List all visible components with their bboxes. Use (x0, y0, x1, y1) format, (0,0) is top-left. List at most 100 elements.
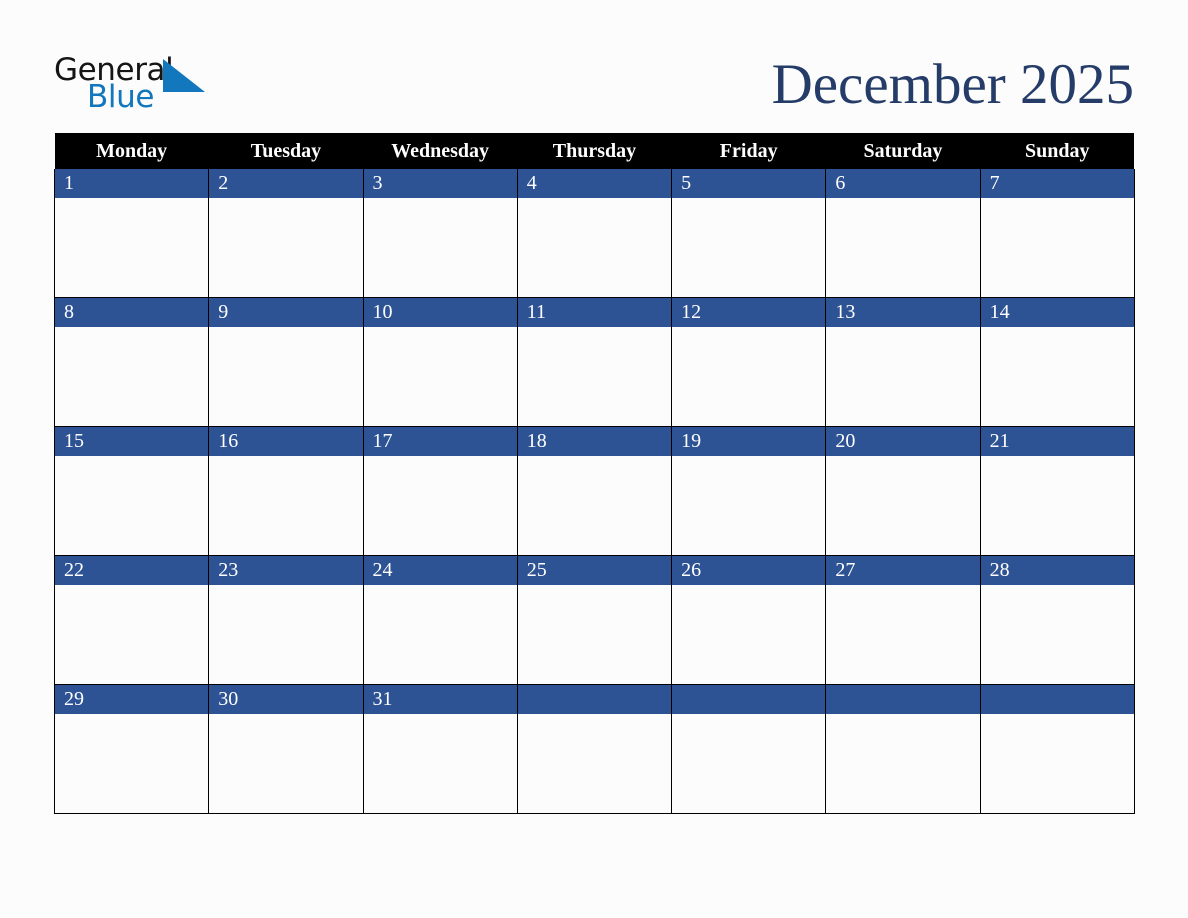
day-number: 26 (672, 556, 826, 585)
day-events-area[interactable] (826, 456, 979, 554)
calendar-day-cell[interactable]: 21 (979, 426, 1135, 556)
calendar-day-cell[interactable]: 31 (362, 684, 518, 814)
day-number (517, 685, 672, 714)
day-number: 24 (363, 556, 517, 585)
weekday-header-friday: Friday (671, 133, 826, 169)
day-events-area[interactable] (364, 456, 517, 554)
day-number: 27 (826, 556, 980, 585)
day-events-area[interactable] (826, 585, 979, 683)
day-number: 17 (363, 427, 517, 456)
day-number (980, 685, 1134, 714)
day-number (672, 685, 826, 714)
day-events-area[interactable] (55, 585, 208, 683)
calendar-day-cell[interactable]: 7 (979, 169, 1135, 298)
calendar-day-cell[interactable]: 24 (362, 555, 518, 685)
calendar-day-cell-empty (516, 684, 673, 814)
day-events-area[interactable] (55, 327, 208, 425)
calendar-day-cell[interactable]: 19 (671, 426, 827, 556)
day-events-area[interactable] (55, 714, 208, 812)
calendar-day-cell[interactable]: 28 (979, 555, 1135, 685)
calendar-day-cell[interactable]: 11 (516, 297, 673, 427)
calendar-day-cell[interactable]: 27 (825, 555, 981, 685)
day-number: 3 (363, 169, 517, 198)
generalblue-logo: General Blue (54, 53, 206, 115)
day-events-area[interactable] (826, 198, 979, 296)
calendar-day-cell[interactable]: 3 (362, 169, 518, 298)
calendar-day-cell[interactable]: 16 (208, 426, 364, 556)
logo-text-blue: Blue (87, 79, 154, 115)
day-events-area[interactable] (209, 585, 362, 683)
day-events-area[interactable] (672, 456, 825, 554)
day-events-area[interactable] (672, 198, 825, 296)
calendar-day-cell-empty (979, 684, 1135, 814)
calendar-day-cell[interactable]: 17 (362, 426, 518, 556)
day-number: 2 (209, 169, 363, 198)
day-events-area[interactable] (209, 327, 362, 425)
day-events-area[interactable] (209, 198, 362, 296)
day-events-area[interactable] (981, 456, 1134, 554)
day-number: 25 (517, 556, 672, 585)
day-events-area[interactable] (209, 714, 362, 812)
day-events-area[interactable] (55, 456, 208, 554)
day-events-area[interactable] (672, 327, 825, 425)
calendar-day-cell[interactable]: 15 (53, 426, 210, 556)
day-number: 13 (826, 298, 980, 327)
calendar-day-cell[interactable]: 9 (208, 297, 364, 427)
calendar-day-cell-empty (825, 684, 981, 814)
calendar-day-cell[interactable]: 5 (671, 169, 827, 298)
day-number: 21 (980, 427, 1134, 456)
day-number (826, 685, 980, 714)
calendar-day-cell[interactable]: 2 (208, 169, 364, 298)
weekday-header-monday: Monday (54, 133, 209, 169)
day-number: 16 (209, 427, 363, 456)
day-number: 7 (980, 169, 1134, 198)
day-events-area[interactable] (364, 198, 517, 296)
day-events-area[interactable] (518, 585, 671, 683)
day-events-area[interactable] (364, 714, 517, 812)
day-events-area[interactable] (981, 198, 1134, 296)
calendar-day-cell[interactable]: 25 (516, 555, 673, 685)
calendar-day-cell[interactable]: 18 (516, 426, 673, 556)
day-events-area (826, 714, 979, 812)
day-number: 30 (209, 685, 363, 714)
day-events-area[interactable] (364, 585, 517, 683)
calendar-week-row: 29 30 31 (53, 684, 1135, 814)
day-events-area[interactable] (518, 456, 671, 554)
calendar-day-cell[interactable]: 29 (53, 684, 210, 814)
day-number: 8 (55, 298, 209, 327)
day-events-area[interactable] (981, 327, 1134, 425)
day-events-area[interactable] (981, 585, 1134, 683)
calendar-day-cell[interactable]: 1 (53, 169, 210, 298)
calendar-day-cell[interactable]: 14 (979, 297, 1135, 427)
calendar-day-cell[interactable]: 20 (825, 426, 981, 556)
calendar-week-row: 1 2 3 4 5 6 7 (53, 169, 1135, 298)
calendar-day-cell[interactable]: 26 (671, 555, 827, 685)
page-title: December 2025 (771, 52, 1134, 116)
day-events-area[interactable] (518, 327, 671, 425)
day-events-area (518, 714, 671, 812)
day-events-area[interactable] (209, 456, 362, 554)
day-events-area[interactable] (672, 585, 825, 683)
day-events-area[interactable] (518, 198, 671, 296)
calendar-day-cell[interactable]: 10 (362, 297, 518, 427)
day-events-area[interactable] (826, 327, 979, 425)
day-number: 14 (980, 298, 1134, 327)
calendar-day-cell[interactable]: 12 (671, 297, 827, 427)
day-number: 29 (55, 685, 209, 714)
calendar-day-cell[interactable]: 23 (208, 555, 364, 685)
calendar-day-cell[interactable]: 6 (825, 169, 981, 298)
calendar-week-row: 22 23 24 25 26 27 28 (53, 555, 1135, 685)
day-events-area (981, 714, 1134, 812)
day-number: 31 (363, 685, 517, 714)
day-events-area (672, 714, 825, 812)
calendar-day-cell[interactable]: 13 (825, 297, 981, 427)
weekday-header-sunday: Sunday (980, 133, 1135, 169)
day-events-area[interactable] (364, 327, 517, 425)
calendar-day-cell[interactable]: 4 (516, 169, 673, 298)
calendar-day-cell[interactable]: 30 (208, 684, 364, 814)
page-header: General Blue December 2025 (54, 46, 1134, 122)
calendar-day-cell[interactable]: 8 (53, 297, 210, 427)
calendar-day-cell[interactable]: 22 (53, 555, 210, 685)
day-events-area[interactable] (55, 198, 208, 296)
day-number: 9 (209, 298, 363, 327)
